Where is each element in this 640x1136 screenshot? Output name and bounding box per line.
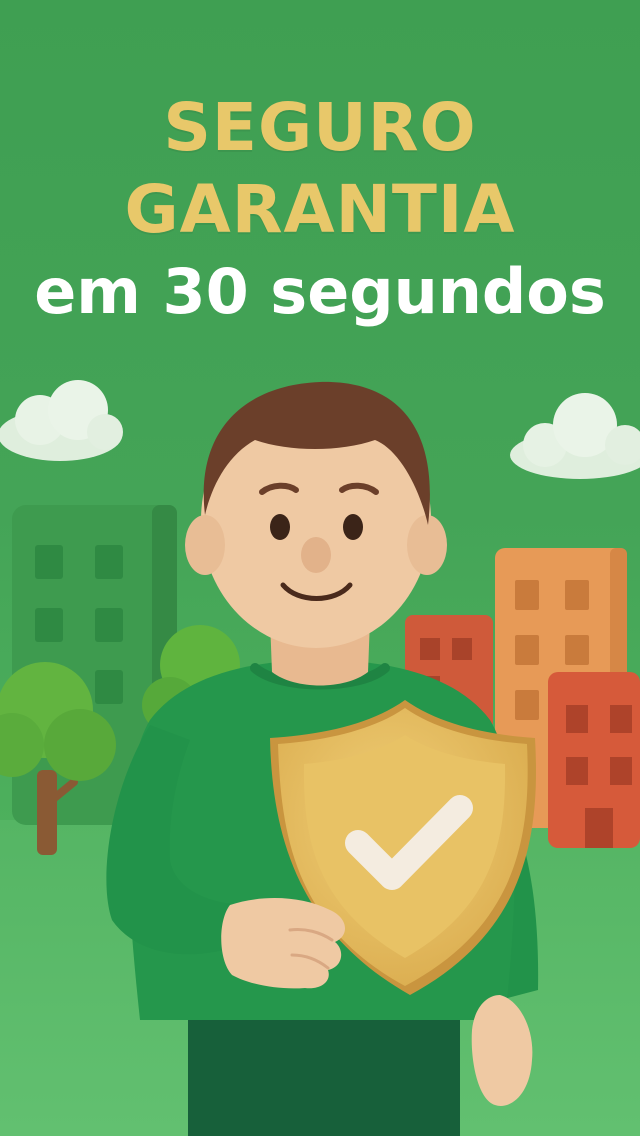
cloud-icon: [510, 393, 640, 479]
building-icon: [548, 672, 640, 848]
headline-line-1: SEGURO: [163, 89, 477, 166]
hand: [221, 898, 346, 989]
pants: [188, 1000, 460, 1136]
promo-scene: SEGURO GARANTIA em 30 segundos: [0, 0, 640, 1136]
cloud-icon: [0, 380, 123, 461]
headline-line-2: GARANTIA: [124, 171, 516, 248]
headline: SEGURO GARANTIA em 30 segundos: [0, 95, 640, 323]
headline-line-3: em 30 segundos: [34, 255, 606, 328]
